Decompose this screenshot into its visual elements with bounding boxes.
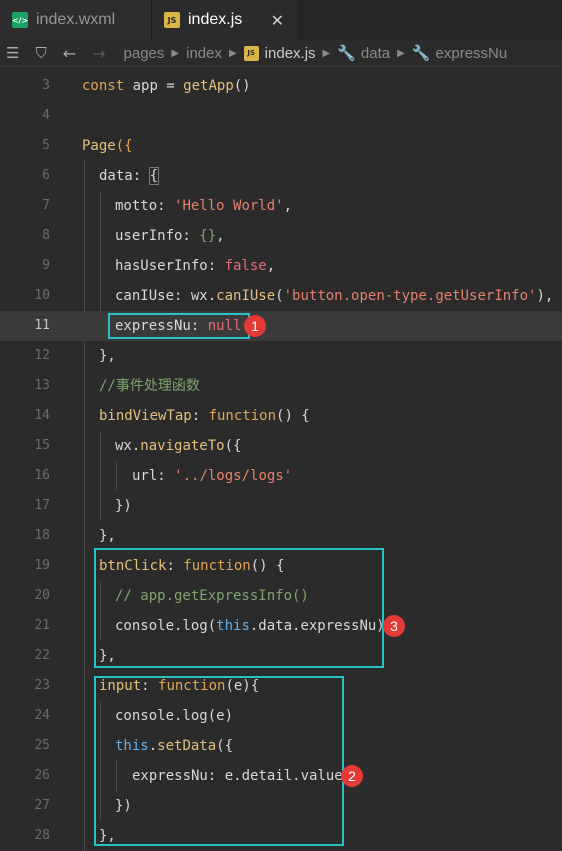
code-text: userInfo: {}, bbox=[115, 228, 225, 244]
annotation-badge-1: 1 bbox=[244, 315, 266, 337]
line-number: 7 bbox=[42, 198, 50, 213]
code-text: motto: 'Hello World', bbox=[115, 198, 293, 214]
line-number: 25 bbox=[34, 738, 50, 753]
annotation-badge-3: 3 bbox=[383, 615, 405, 637]
breadcrumb-index[interactable]: index bbox=[186, 45, 222, 62]
forward-arrow-icon[interactable]: → bbox=[92, 44, 105, 63]
js-file-icon: JS bbox=[164, 12, 180, 28]
line-number: 4 bbox=[42, 108, 50, 123]
code-text: }, bbox=[99, 348, 116, 364]
chevron-right-icon: ▶ bbox=[228, 47, 237, 59]
list-icon[interactable]: ☰ bbox=[6, 44, 19, 62]
code-line: 15 wx.navigateTo({ bbox=[0, 431, 562, 461]
code-editor[interactable]: 3 const app = getApp() 4 5 Page({ 6 data… bbox=[0, 71, 562, 851]
code-text: canIUse: wx.canIUse('button.open-type.ge… bbox=[115, 288, 554, 304]
line-number: 23 bbox=[34, 678, 50, 693]
chevron-right-icon: ▶ bbox=[397, 47, 405, 59]
tab-index-wxml[interactable]: </> index.wxml bbox=[0, 0, 152, 40]
annotation-badge-2: 2 bbox=[341, 765, 363, 787]
line-number: 5 bbox=[42, 138, 50, 153]
line-number: 14 bbox=[34, 408, 50, 423]
code-text: const app = getApp() bbox=[82, 78, 251, 94]
line-number: 11 bbox=[34, 318, 50, 333]
line-number: 19 bbox=[34, 558, 50, 573]
js-file-icon: JS bbox=[243, 45, 259, 61]
code-line: 16 url: '../logs/logs' bbox=[0, 461, 562, 491]
code-text: hasUserInfo: false, bbox=[115, 258, 276, 274]
code-line: 7 motto: 'Hello World', bbox=[0, 191, 562, 221]
code-text: Page({ bbox=[82, 138, 133, 154]
chevron-right-icon: ▶ bbox=[171, 47, 180, 59]
code-line: 6 data: { bbox=[0, 161, 562, 191]
breadcrumb-file[interactable]: index.js bbox=[265, 45, 316, 62]
wrench-icon: 🔧 bbox=[337, 44, 356, 62]
code-text: data: { bbox=[99, 167, 160, 185]
code-line: 8 userInfo: {}, bbox=[0, 221, 562, 251]
line-number: 15 bbox=[34, 438, 50, 453]
code-text: wx.navigateTo({ bbox=[115, 438, 242, 454]
line-number: 22 bbox=[34, 648, 50, 663]
code-line: 18 }, bbox=[0, 521, 562, 551]
code-text: bindViewTap: function() { bbox=[99, 408, 310, 424]
line-number: 28 bbox=[34, 828, 50, 843]
line-number: 3 bbox=[42, 78, 50, 93]
bookmark-icon[interactable]: ⛉ bbox=[35, 44, 46, 62]
code-line: 14 bindViewTap: function() { bbox=[0, 401, 562, 431]
back-arrow-icon[interactable]: ← bbox=[63, 44, 76, 63]
line-number: 8 bbox=[42, 228, 50, 243]
tab-label: index.js bbox=[188, 11, 243, 28]
code-line: 9 hasUserInfo: false, bbox=[0, 251, 562, 281]
line-number: 6 bbox=[42, 168, 50, 183]
line-number: 9 bbox=[42, 258, 50, 273]
annotation-box-2 bbox=[94, 676, 344, 846]
line-number: 18 bbox=[34, 528, 50, 543]
line-number: 24 bbox=[34, 708, 50, 723]
line-number: 20 bbox=[34, 588, 50, 603]
annotation-box-1 bbox=[108, 313, 250, 339]
line-number: 17 bbox=[34, 498, 50, 513]
code-line: 12 }, bbox=[0, 341, 562, 371]
code-line: 4 bbox=[0, 101, 562, 131]
code-line: 5 Page({ bbox=[0, 131, 562, 161]
tab-index-js[interactable]: JS index.js ✕ bbox=[152, 0, 298, 40]
line-number: 12 bbox=[34, 348, 50, 363]
code-text: }) bbox=[115, 498, 132, 514]
tab-bar: </> index.wxml JS index.js ✕ bbox=[0, 0, 562, 40]
code-text: url: '../logs/logs' bbox=[132, 468, 293, 484]
wxml-file-icon: </> bbox=[12, 12, 28, 28]
code-comment: //事件处理函数 bbox=[99, 378, 200, 394]
breadcrumb-field[interactable]: expressNu bbox=[436, 45, 508, 62]
chevron-right-icon: ▶ bbox=[322, 47, 331, 59]
code-line: 17 }) bbox=[0, 491, 562, 521]
line-number: 27 bbox=[34, 798, 50, 813]
line-number: 26 bbox=[34, 768, 50, 783]
line-number: 16 bbox=[34, 468, 50, 483]
line-number: 10 bbox=[34, 288, 50, 303]
code-line: 3 const app = getApp() bbox=[0, 71, 562, 101]
code-text: }, bbox=[99, 528, 116, 544]
code-line: 13 //事件处理函数 bbox=[0, 371, 562, 401]
code-line: 10 canIUse: wx.canIUse('button.open-type… bbox=[0, 281, 562, 311]
code-line-current: 11 expressNu: null bbox=[0, 311, 562, 341]
line-number: 13 bbox=[34, 378, 50, 393]
breadcrumb-pages[interactable]: pages bbox=[124, 45, 165, 62]
breadcrumb-data[interactable]: data bbox=[361, 45, 390, 62]
tab-label: index.wxml bbox=[36, 11, 116, 28]
wrench-icon: 🔧 bbox=[411, 44, 431, 62]
breadcrumb: ☰ ⛉ ← → pages ▶ index ▶ JS index.js ▶ 🔧 … bbox=[0, 40, 562, 67]
annotation-box-3 bbox=[94, 548, 384, 668]
close-icon[interactable]: ✕ bbox=[271, 11, 284, 30]
line-number: 21 bbox=[34, 618, 50, 633]
